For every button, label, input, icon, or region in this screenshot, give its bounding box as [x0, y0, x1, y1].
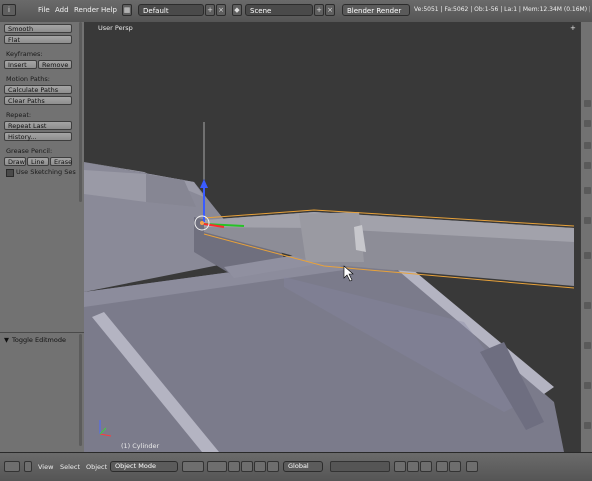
- remove-layout-button[interactable]: ×: [216, 4, 226, 16]
- sketch-checkbox[interactable]: [6, 169, 14, 177]
- operator-panel-arrow-icon[interactable]: ▼: [4, 336, 9, 344]
- properties-strip: [580, 22, 592, 452]
- header-toggle-icon[interactable]: [24, 461, 32, 472]
- scene-icon[interactable]: ◆: [232, 4, 242, 16]
- viewport-plus-icon[interactable]: +: [570, 24, 576, 32]
- clear-paths-button[interactable]: Clear Paths: [4, 96, 72, 105]
- properties-tab-icon[interactable]: [584, 217, 591, 224]
- grease-draw-button[interactable]: Draw: [4, 157, 26, 166]
- motion-paths-label: Motion Paths:: [6, 75, 50, 83]
- properties-tab-icon[interactable]: [584, 187, 591, 194]
- screen-layout-icon[interactable]: ▦: [122, 4, 132, 16]
- shade-smooth-button[interactable]: Smooth: [4, 24, 72, 33]
- operator-scrollbar[interactable]: [79, 334, 82, 446]
- add-layout-button[interactable]: +: [205, 4, 215, 16]
- rotate-manipulator-icon[interactable]: [254, 461, 266, 472]
- keyframes-label: Keyframes:: [6, 50, 43, 58]
- editor-type-button[interactable]: [4, 461, 20, 472]
- repeat-last-button[interactable]: Repeat Last: [4, 121, 72, 130]
- menu-view[interactable]: View: [38, 462, 53, 473]
- grease-pencil-label: Grease Pencil:: [6, 147, 53, 155]
- snap-toggle-icon[interactable]: [407, 461, 419, 472]
- scale-manipulator-icon[interactable]: [267, 461, 279, 472]
- view-name-label: User Persp: [98, 24, 133, 32]
- add-scene-button[interactable]: +: [314, 4, 324, 16]
- 3d-viewport[interactable]: User Persp (1) Cylinder +: [84, 22, 580, 452]
- translate-manipulator-icon[interactable]: [241, 461, 253, 472]
- mode-dropdown[interactable]: Object Mode: [110, 461, 178, 472]
- properties-tab-icon[interactable]: [584, 162, 591, 169]
- proportional-edit-icon[interactable]: [394, 461, 406, 472]
- transform-orientation-dropdown[interactable]: Global: [283, 461, 323, 472]
- properties-tab-icon[interactable]: [584, 142, 591, 149]
- menu-object[interactable]: Object: [86, 462, 107, 473]
- opengl-anim-icon[interactable]: [449, 461, 461, 472]
- viewport-shading-button[interactable]: [182, 461, 204, 472]
- menu-render[interactable]: Render: [74, 4, 99, 16]
- scene-stats: Ve:5051 | Fa:5062 | Ob:1-56 | La:1 | Mem…: [414, 6, 590, 13]
- shelf-scrollbar[interactable]: [79, 22, 82, 202]
- snap-target-icon[interactable]: [420, 461, 432, 472]
- texture-icon[interactable]: [466, 461, 478, 472]
- shade-flat-button[interactable]: Flat: [4, 35, 72, 44]
- render-engine-dropdown[interactable]: Blender Render: [342, 4, 410, 16]
- menu-select[interactable]: Select: [60, 462, 80, 473]
- object-origin: [200, 221, 204, 225]
- properties-tab-icon[interactable]: [584, 342, 591, 349]
- menu-file[interactable]: File: [38, 4, 50, 16]
- properties-tab-icon[interactable]: [584, 302, 591, 309]
- opengl-render-icon[interactable]: [436, 461, 448, 472]
- properties-tab-icon[interactable]: [584, 382, 591, 389]
- grease-erase-button[interactable]: Erase: [50, 157, 72, 166]
- properties-tab-icon[interactable]: [584, 422, 591, 429]
- editor-type-icon[interactable]: i: [2, 4, 16, 16]
- insert-keyframe-button[interactable]: Insert: [4, 60, 37, 69]
- info-header: i File Add Render Help ▦ Default + × ◆ S…: [0, 0, 592, 23]
- pivot-point-button[interactable]: [207, 461, 227, 472]
- repeat-label: Repeat:: [6, 111, 32, 119]
- viewport-scene: [84, 122, 575, 452]
- grease-line-button[interactable]: Line: [27, 157, 49, 166]
- scene-field[interactable]: Scene: [245, 4, 313, 16]
- manipulator-toggle-icon[interactable]: [228, 461, 240, 472]
- menu-add[interactable]: Add: [55, 4, 69, 16]
- properties-tab-icon[interactable]: [584, 120, 591, 127]
- 3d-view-header: View Select Object Object Mode Global: [0, 452, 592, 481]
- history-button[interactable]: History...: [4, 132, 72, 141]
- active-object-label: (1) Cylinder: [121, 442, 160, 450]
- sketch-checkbox-label: Use Sketching Sessio: [16, 168, 76, 176]
- properties-tab-icon[interactable]: [584, 100, 591, 107]
- properties-tab-icon[interactable]: [584, 252, 591, 259]
- menu-help[interactable]: Help: [101, 4, 117, 16]
- remove-scene-button[interactable]: ×: [325, 4, 335, 16]
- tool-shelf: Smooth Flat Keyframes: Insert Remove Mot…: [0, 22, 85, 452]
- layer-buttons[interactable]: [330, 461, 390, 472]
- operator-panel-title[interactable]: Toggle Editmode: [12, 336, 66, 344]
- screen-layout-field[interactable]: Default: [138, 4, 204, 16]
- calculate-paths-button[interactable]: Calculate Paths: [4, 85, 72, 94]
- remove-keyframe-button[interactable]: Remove: [38, 60, 72, 69]
